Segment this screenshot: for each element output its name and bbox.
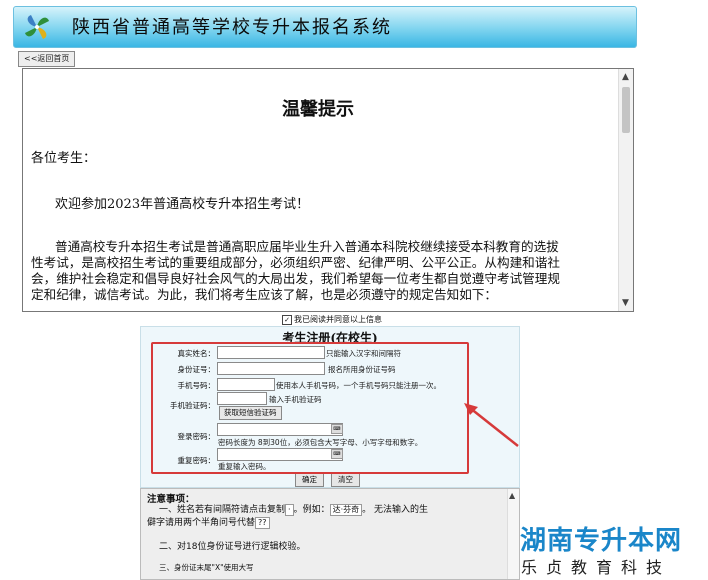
scroll-thumb[interactable] xyxy=(622,87,630,133)
notice-welcome: 欢迎参加2023年普通高校专升本招生考试！ xyxy=(55,197,310,212)
notes-title: 注意事项： xyxy=(147,494,195,505)
agree-row: ✓ 我已阅读并同意以上信息 xyxy=(282,314,382,325)
scroll-up-icon[interactable]: ▲ xyxy=(509,491,515,500)
clear-button[interactable]: 清空 xyxy=(331,473,360,487)
system-title: 陕西省普通高等学校专升本报名系统 xyxy=(72,17,392,38)
notes-scrollbar[interactable]: ▲ xyxy=(507,489,519,579)
copy-separator-button[interactable]: · xyxy=(285,504,294,516)
notes-panel[interactable]: 注意事项： 一、姓名若有间隔符请点击复制 · 。例如： 达·芬奇。 无法输入的生 僻字… xyxy=(140,488,520,580)
agree-label: 我已阅读并同意以上信息 xyxy=(294,315,382,324)
example-token: 达·芬奇 xyxy=(329,504,363,516)
copy-question-button[interactable]: ?? xyxy=(255,517,270,529)
confirm-button[interactable]: 确定 xyxy=(295,473,324,487)
scroll-up-icon[interactable]: ▲ xyxy=(622,72,629,82)
notice-title: 温馨提示 xyxy=(282,99,354,120)
highlight-box xyxy=(151,342,469,474)
pinwheel-logo-icon xyxy=(25,15,49,39)
agree-checkbox[interactable]: ✓ xyxy=(282,314,292,325)
watermark-subtitle: 乐贞教育科技 xyxy=(521,558,672,577)
notice-greeting: 各位考生： xyxy=(31,151,97,166)
notice-body: 普通高校专升本招生考试是普通高职应届毕业生升入普通本科院校继续接受本科教育的选拔… xyxy=(31,239,560,302)
watermark-title: 湖南专升本网 xyxy=(520,526,683,556)
note-item-1: 一、姓名若有间隔符请点击复制 · 。例如： 达·芬奇。 无法输入的生 僻字请用两个半角… xyxy=(147,504,428,529)
scroll-down-icon[interactable]: ▼ xyxy=(622,298,629,308)
red-arrow-icon xyxy=(464,403,519,447)
notice-scrollbar[interactable]: ▲ ▼ xyxy=(618,69,633,311)
back-home-button[interactable]: <<返回首页 xyxy=(18,51,76,67)
note-item-3: 三、身份证末尾"X"使用大写 xyxy=(159,563,254,572)
note-item-2: 二、对18位身份证号进行逻辑校验。 xyxy=(159,542,306,552)
notice-frame[interactable]: 温馨提示 各位考生： 欢迎参加2023年普通高校专升本招生考试！ 普通高校专升本… xyxy=(22,68,634,312)
system-header-banner: 陕西省普通高等学校专升本报名系统 xyxy=(13,6,637,48)
